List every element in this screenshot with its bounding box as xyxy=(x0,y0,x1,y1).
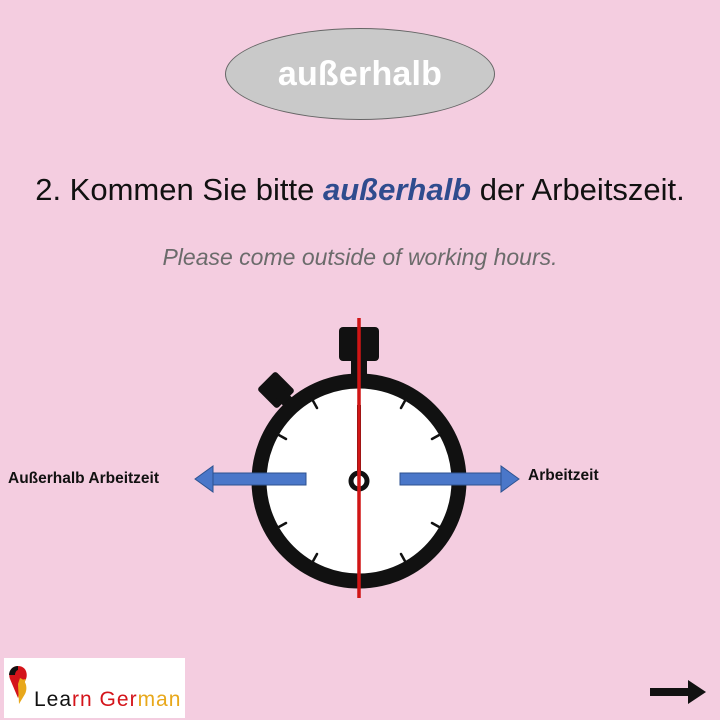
map-pin-icon xyxy=(9,666,27,704)
sentence-highlight: außerhalb xyxy=(322,172,472,207)
logo-text: Learn German xyxy=(34,688,182,711)
sentence-after: der Arbeitszeit. xyxy=(471,172,685,207)
translation-text: Please come outside of working hours. xyxy=(162,244,558,270)
title-pill: außerhalb xyxy=(225,28,495,120)
arrow-right-icon[interactable] xyxy=(650,680,706,704)
work-label: Arbeitzeit xyxy=(528,467,599,484)
outside-work-label: Außerhalb Arbeitzeit xyxy=(8,470,159,487)
sentence-before: 2. Kommen Sie bitte xyxy=(35,172,323,207)
stopwatch-diagram xyxy=(194,318,520,598)
title-word: außerhalb xyxy=(277,54,443,93)
learn-german-logo: Learn German xyxy=(4,658,185,718)
example-sentence: 2. Kommen Sie bitte außerhalb der Arbeit… xyxy=(0,172,720,208)
